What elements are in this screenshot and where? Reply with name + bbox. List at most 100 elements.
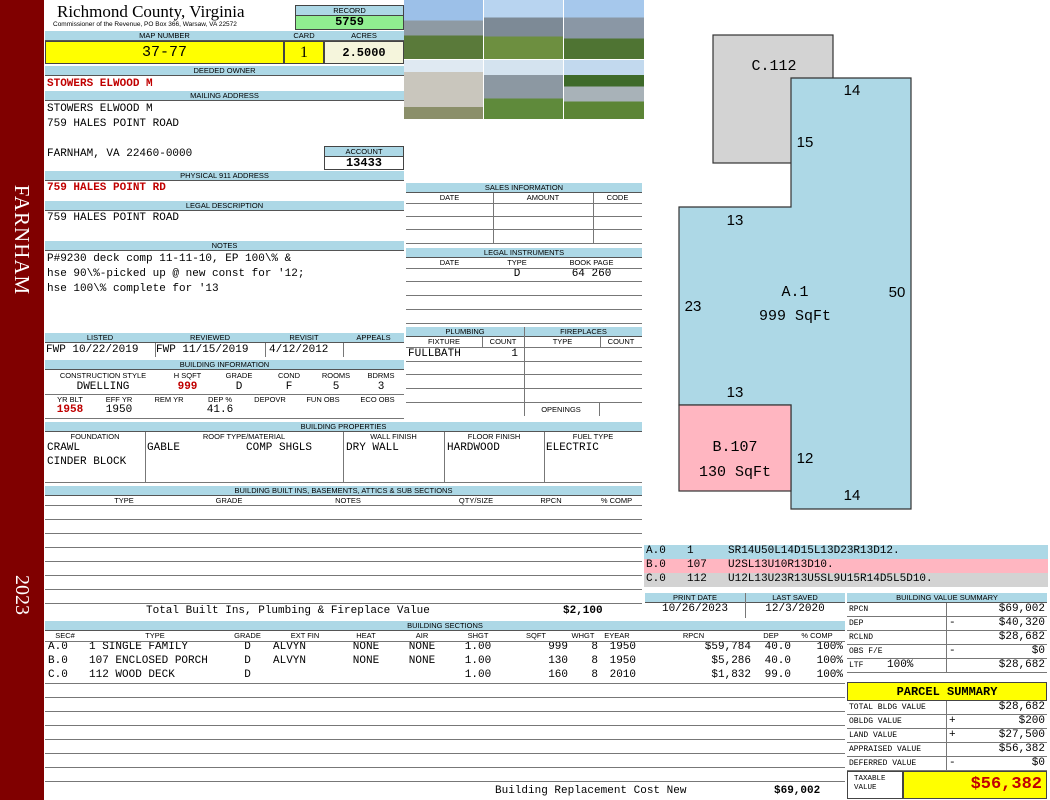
section-col-header: RPCN: [682, 631, 705, 640]
instr-type-header: TYPE: [507, 258, 527, 267]
legend-code: U12L13U23R13U5SL9U15R14D5L5D10.: [728, 573, 933, 585]
last-saved-label: LAST SAVED: [745, 593, 845, 603]
plumbing-label: PLUMBING: [406, 327, 524, 337]
parcel-summary-value: $28,682: [998, 701, 1045, 713]
value-summary-key: LTF: [849, 661, 864, 670]
parcel-summary-key: APPRAISED VALUE: [849, 745, 922, 754]
value-summary-value: $0: [1031, 645, 1045, 657]
print-date: 10/26/2023: [661, 603, 728, 615]
section-cell: 1950: [609, 655, 636, 667]
foundation-header: FOUNDATION: [70, 432, 120, 441]
sketch-legend-b: B.0 107 U2SL13U10R13D10.: [644, 559, 1048, 573]
rooms-label: ROOMS: [321, 371, 351, 380]
shed-photo: [404, 60, 483, 119]
instr-date-header: DATE: [439, 258, 460, 267]
building-info-label: BUILDING INFORMATION: [45, 360, 404, 370]
section-cell: 130: [548, 655, 568, 667]
section-col-header: GRADE: [234, 631, 261, 640]
mail-street: 759 HALES POINT ROAD: [47, 118, 180, 130]
sidebar-town: FARNHAM: [10, 184, 34, 296]
notes-label: NOTES: [45, 241, 404, 251]
reviewed-label: REVIEWED: [155, 333, 265, 343]
floor-header: FLOOR FINISH: [467, 432, 521, 441]
house-photo-5: [484, 60, 563, 119]
wall-header: WALL FINISH: [370, 432, 417, 441]
grade-value: D: [235, 381, 243, 393]
section-cell: D: [244, 655, 251, 667]
acres-value: 2.5000: [324, 41, 404, 64]
house-photo-2: [484, 0, 563, 59]
section-cell: 100%: [816, 641, 843, 653]
section-cell: 999: [548, 641, 568, 653]
house-photo-1: [404, 0, 483, 59]
foundation-1: CRAWL: [47, 442, 81, 454]
section-cell: $59,784: [704, 641, 751, 653]
value-summary-key: DEP: [849, 619, 864, 628]
replacement-cost-label: Building Replacement Cost New: [495, 785, 687, 797]
parcel-summary-key: DEFERRED VALUE: [849, 759, 917, 768]
effyr-label: EFF YR: [105, 395, 133, 404]
construction-style-label: CONSTRUCTION STYLE: [59, 371, 147, 380]
section-cell: 1.00: [464, 641, 492, 653]
revisit-label: REVISIT: [265, 333, 343, 343]
account-number: 13433: [324, 156, 404, 170]
mail-name: STOWERS ELWOOD M: [47, 103, 153, 115]
county-address: Commissioner of the Revenue, PO Box 366,…: [53, 21, 237, 28]
section-col-header: EYEAR: [604, 631, 630, 640]
reviewed-value: FWP 11/15/2019: [156, 344, 249, 356]
deeded-owner: STOWERS ELWOOD M: [47, 78, 153, 90]
sidebar: [0, 0, 44, 800]
legend-num: 112: [687, 573, 707, 585]
section-col-header: EXT FIN: [290, 631, 320, 640]
bdrms-label: BDRMS: [367, 371, 395, 380]
fuel-header: FUEL TYPE: [572, 432, 614, 441]
instr-book: 64 260: [571, 268, 612, 280]
parcel-summary-value: $27,500: [998, 729, 1045, 741]
acres-label: ACRES: [324, 31, 404, 41]
depovr-label: DEPOVR: [254, 395, 286, 404]
dim-14-top: 14: [844, 82, 861, 99]
section-cell: 160: [548, 669, 568, 681]
section-cell: $5,286: [711, 655, 751, 667]
card-number: 1: [284, 41, 324, 64]
section-cell: 8: [591, 655, 598, 667]
builtin-qty-header: QTY/SIZE: [458, 496, 494, 505]
listed-label: LISTED: [45, 333, 155, 343]
legend-sec: B.0: [646, 559, 666, 571]
section-cell: B.0: [48, 655, 68, 667]
section-col-header: AIR: [415, 631, 429, 640]
sketch-label-c: C.112: [751, 58, 796, 75]
dim-14-bot: 14: [844, 487, 861, 504]
roof-material: COMP SHGLS: [246, 442, 313, 454]
ecoobs-label: ECO OBS: [360, 395, 395, 404]
effyr-value: 1950: [105, 404, 133, 416]
record-value: 5759: [295, 15, 404, 30]
fire-count-header: COUNT: [607, 337, 635, 346]
section-col-header: WHGT: [571, 631, 595, 640]
remyr-label: REM YR: [154, 395, 184, 404]
dim-13-top: 13: [727, 212, 744, 229]
construction-style: DWELLING: [76, 381, 130, 393]
print-date-label: PRINT DATE: [645, 593, 745, 603]
section-cell: 1950: [609, 641, 636, 653]
plumb-count-header: COUNT: [489, 337, 517, 346]
sketch-label-b: B.107: [712, 439, 757, 456]
instr-book-header: BOOK PAGE: [569, 258, 614, 267]
taxable-value: $56,382: [903, 771, 1047, 799]
fixture-header: FIXTURE: [427, 337, 461, 346]
roof-type: GABLE: [147, 442, 181, 454]
legend-code: SR14U50L14D15L13D23R13D12.: [728, 545, 900, 557]
floor-finish: HARDWOOD: [447, 442, 500, 454]
section-cell: NONE: [352, 641, 380, 653]
roof-header: ROOF TYPE/MATERIAL: [202, 432, 286, 441]
sketch-legend-a: A.0 1 SR14U50L14D15L13D23R13D12.: [644, 545, 1048, 559]
deeded-owner-label: DEEDED OWNER: [45, 66, 404, 76]
section-cell: 112 WOOD DECK: [89, 669, 175, 681]
section-col-header: TYPE: [145, 631, 165, 640]
openings-label: OPENINGS: [541, 405, 581, 414]
fixture-count: 1: [511, 348, 518, 360]
house-photo-3: [564, 0, 644, 59]
legal-instruments-label: LEGAL INSTRUMENTS: [406, 248, 642, 258]
section-col-header: % COMP: [801, 631, 833, 640]
dim-23: 23: [685, 298, 702, 315]
